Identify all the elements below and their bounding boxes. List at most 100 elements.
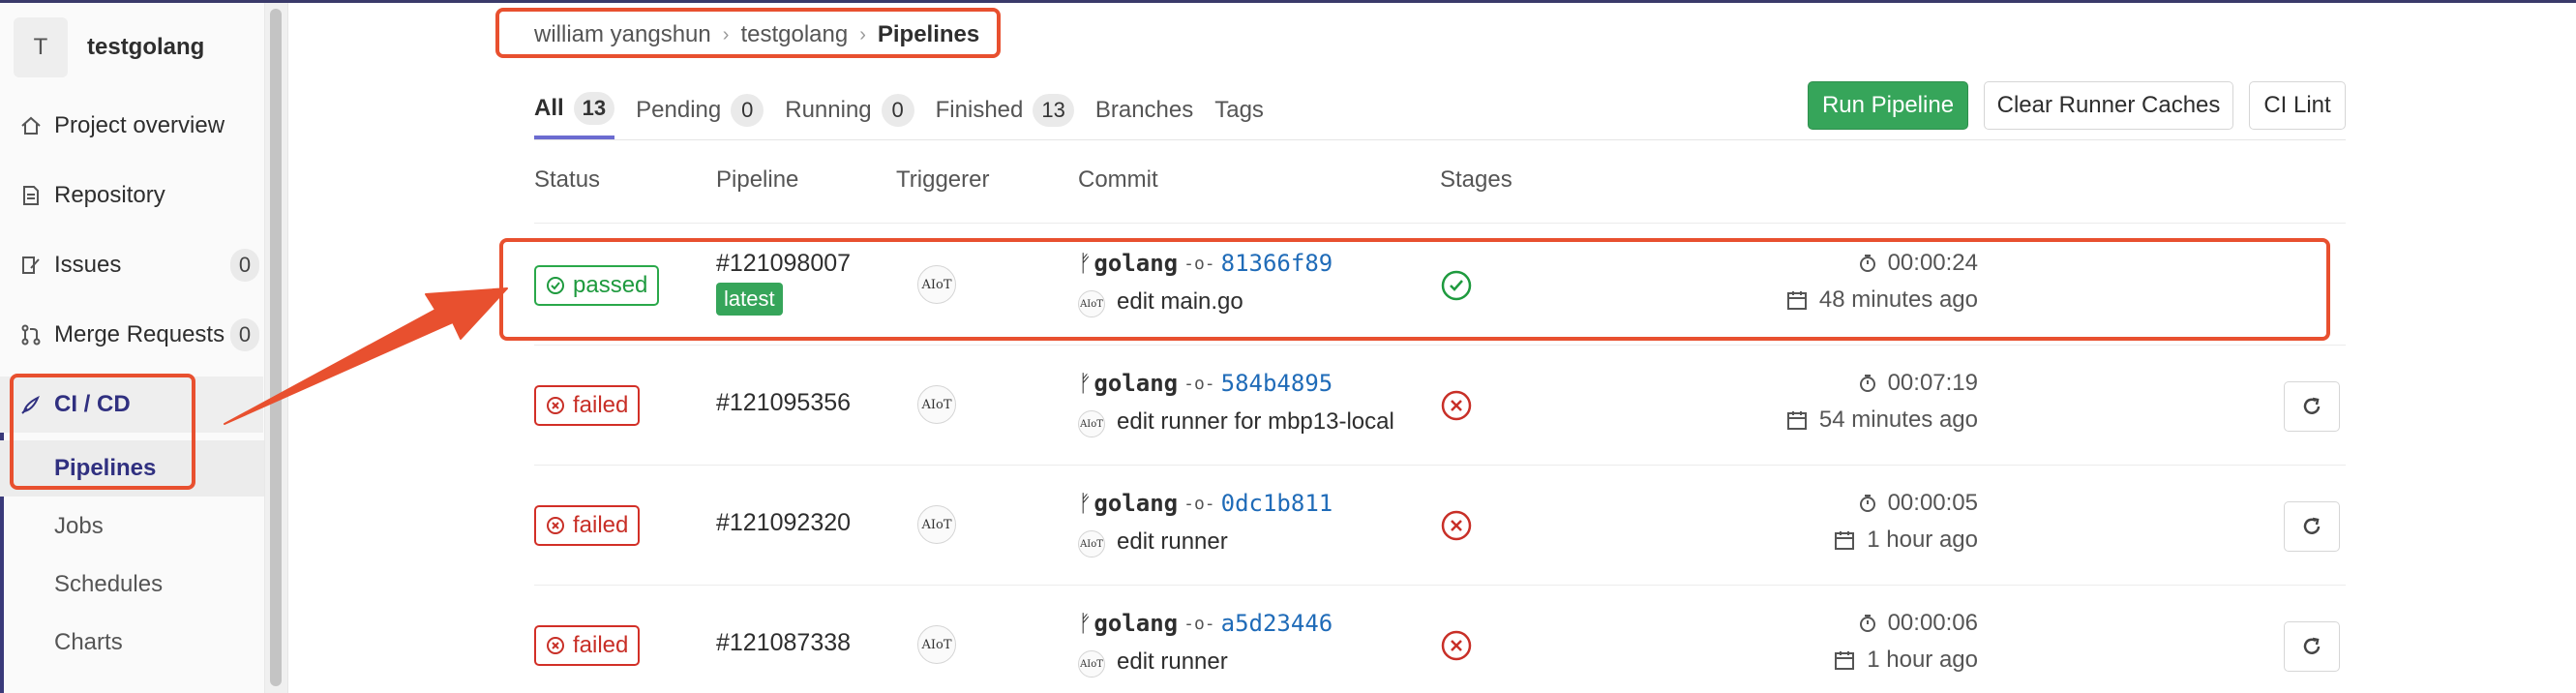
column-header-status: Status: [534, 166, 601, 193]
status-badge[interactable]: failed: [534, 505, 641, 546]
status-label: failed: [573, 392, 629, 418]
sidebar-item-project-overview[interactable]: Project overview: [0, 98, 263, 154]
commit-author-avatar[interactable]: AIoT: [1078, 530, 1105, 557]
branch-name-link[interactable]: golang: [1093, 610, 1178, 637]
sidebar: T testgolang Project overview Repository…: [0, 3, 288, 693]
commit-message-link[interactable]: edit runner: [1117, 528, 1228, 556]
tab-all[interactable]: All 13: [534, 81, 615, 139]
clear-runner-caches-button[interactable]: Clear Runner Caches: [1984, 81, 2233, 130]
calendar-icon: [1786, 411, 1807, 430]
stage-failed-icon[interactable]: [1440, 509, 1473, 542]
row-divider: [534, 585, 2346, 586]
commit-icon: -o-: [1183, 613, 1215, 634]
pipeline-tabs: All 13 Pending 0 Running 0 Finished 13 B…: [534, 81, 1285, 139]
finished-time: 1 hour ago: [1834, 527, 1978, 554]
sidebar-scrollbar[interactable]: [264, 3, 287, 693]
project-avatar: T: [14, 17, 68, 77]
branch-icon: ᚠ: [1078, 490, 1093, 517]
retry-icon: [2303, 637, 2321, 654]
retry-icon: [2303, 517, 2321, 534]
x-circle-icon: [547, 517, 564, 534]
branch-icon: ᚠ: [1078, 370, 1093, 397]
tab-finished[interactable]: Finished 13: [936, 81, 1074, 139]
commit-author-avatar[interactable]: AIoT: [1078, 650, 1105, 678]
retry-button[interactable]: [2284, 381, 2340, 432]
finished-time: 54 minutes ago: [1786, 407, 1978, 434]
finished-time-value: 1 hour ago: [1867, 527, 1978, 553]
commit-sha-link[interactable]: 0dc1b811: [1221, 490, 1333, 517]
finished-time: 1 hour ago: [1834, 647, 1978, 674]
finished-time-value: 1 hour ago: [1867, 647, 1978, 673]
sidebar-subitem-schedules[interactable]: Schedules: [0, 557, 286, 613]
commit-message-link[interactable]: edit runner for mbp13-local: [1117, 408, 1394, 436]
duration: 00:07:19: [1859, 370, 1978, 397]
triggerer-avatar[interactable]: AIoT: [917, 625, 956, 664]
triggerer-avatar[interactable]: AIoT: [917, 385, 956, 424]
commit-message-link[interactable]: edit runner: [1117, 648, 1228, 676]
row-divider: [534, 345, 2346, 346]
tab-running[interactable]: Running 0: [785, 81, 914, 139]
commit-ref: ᚠ golang -o- 0dc1b811: [1078, 490, 1333, 517]
stage-failed-icon[interactable]: [1440, 389, 1473, 422]
tab-branches[interactable]: Branches: [1095, 81, 1193, 139]
sidebar-item-merge-requests[interactable]: Merge Requests 0: [0, 307, 263, 363]
pipeline-id-link[interactable]: #121092320: [716, 509, 851, 537]
tab-count-badge: 13: [573, 92, 615, 125]
table-row: failed #121087338 AIoT ᚠ golang -o- a5d2…: [534, 587, 2346, 693]
tab-count-badge: 0: [731, 94, 764, 127]
commit-ref: ᚠ golang -o- a5d23446: [1078, 610, 1333, 637]
sidebar-item-repository[interactable]: Repository: [0, 167, 263, 224]
column-header-pipeline: Pipeline: [716, 166, 799, 193]
sidebar-subitem-charts[interactable]: Charts: [0, 615, 286, 671]
sidebar-scrollbar-thumb[interactable]: [270, 9, 282, 686]
sidebar-item-label: Issues: [54, 252, 122, 278]
run-pipeline-button[interactable]: Run Pipeline: [1808, 81, 1968, 130]
retry-button[interactable]: [2284, 621, 2340, 672]
timer-icon: [1859, 615, 1875, 632]
tab-label: All: [534, 95, 564, 121]
issues-count-badge: 0: [230, 249, 259, 282]
merge-request-icon: [17, 324, 45, 346]
pipeline-id-link[interactable]: #121095356: [716, 389, 851, 417]
tab-label: Tags: [1214, 97, 1264, 123]
sidebar-item-label: Repository: [54, 182, 165, 208]
ci-lint-button[interactable]: CI Lint: [2249, 81, 2346, 130]
duration: 00:00:06: [1859, 610, 1978, 637]
pipeline-id-link[interactable]: #121087338: [716, 629, 851, 657]
tab-pending[interactable]: Pending 0: [636, 81, 764, 139]
table-row: failed #121095356 AIoT ᚠ golang -o- 584b…: [534, 346, 2346, 467]
commit-sha-link[interactable]: a5d23446: [1221, 610, 1333, 637]
branch-name-link[interactable]: golang: [1093, 490, 1178, 517]
status-badge[interactable]: failed: [534, 625, 641, 666]
project-header[interactable]: T testgolang: [14, 16, 204, 78]
x-circle-icon: [547, 397, 564, 414]
commit-sha-link[interactable]: 584b4895: [1221, 370, 1333, 397]
sidebar-item-issues[interactable]: Issues 0: [0, 237, 263, 293]
tab-tags[interactable]: Tags: [1214, 81, 1264, 139]
timer-icon: [1859, 375, 1875, 392]
column-header-stages: Stages: [1440, 166, 1513, 193]
calendar-icon: [1835, 531, 1855, 550]
calendar-icon: [1835, 651, 1855, 670]
sidebar-item-label: Merge Requests: [54, 321, 225, 347]
duration: 00:00:05: [1859, 490, 1978, 517]
stage-failed-icon[interactable]: [1440, 629, 1473, 662]
tab-label: Pending: [636, 97, 722, 123]
column-header-triggerer: Triggerer: [896, 166, 990, 193]
branch-name-link[interactable]: golang: [1093, 370, 1178, 397]
table-row: failed #121092320 AIoT ᚠ golang -o- 0dc1…: [534, 467, 2346, 587]
x-circle-icon: [547, 637, 564, 654]
tab-label: Finished: [935, 97, 1024, 123]
timer-icon: [1859, 495, 1875, 512]
commit-ref: ᚠ golang -o- 584b4895: [1078, 370, 1333, 397]
status-badge[interactable]: failed: [534, 385, 641, 426]
sidebar-subitem-jobs[interactable]: Jobs: [0, 498, 286, 555]
commit-author-avatar[interactable]: AIoT: [1078, 410, 1105, 437]
annotation-row-highlight: [499, 238, 2330, 341]
tab-label: Running: [785, 97, 872, 123]
duration-value: 00:07:19: [1887, 370, 1978, 396]
table-header-divider: [534, 223, 2346, 224]
retry-button[interactable]: [2284, 501, 2340, 552]
triggerer-avatar[interactable]: AIoT: [917, 505, 956, 544]
finished-time-value: 54 minutes ago: [1818, 407, 1978, 433]
